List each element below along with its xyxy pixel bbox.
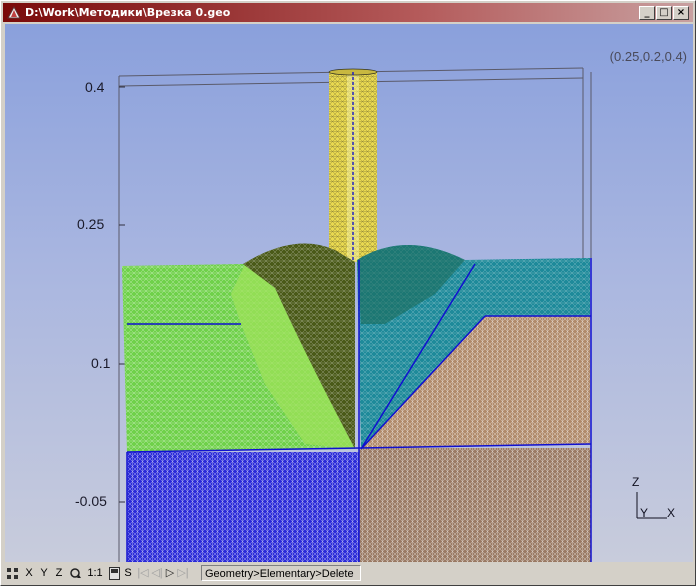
axis-y-label: Y xyxy=(640,506,649,520)
scale-1to1-button[interactable]: 1:1 xyxy=(85,566,105,581)
status-message: Geometry>Elementary>Delete xyxy=(201,565,361,581)
rotate-icon[interactable] xyxy=(68,567,82,580)
maximize-button[interactable]: □ xyxy=(656,6,672,20)
mesh-region-blue xyxy=(127,452,359,562)
z-tick-label: 0.4 xyxy=(85,79,105,95)
minimize-button[interactable]: _ xyxy=(639,6,655,20)
first-frame-icon[interactable]: |◁ xyxy=(137,566,149,581)
close-button[interactable]: × xyxy=(673,6,689,20)
axis-z-label: Z xyxy=(632,475,640,489)
coordinate-readout: (0.25,0.2,0.4) xyxy=(609,49,687,64)
view-x-button[interactable]: X xyxy=(23,566,35,581)
app-logo-icon xyxy=(7,6,21,19)
axis-x-label: X xyxy=(667,506,676,520)
3d-viewport[interactable]: (0.25,0.2,0.4) 0.4 0.25 0.1 -0.05 Z Y X xyxy=(5,24,693,562)
mesh-region-copper-bottom xyxy=(359,448,591,562)
app-window: D:\Work\Методики\Врезка 0.geo _ □ × (0.2… xyxy=(0,0,696,586)
z-tick-label: 0.25 xyxy=(77,216,105,232)
window-title: D:\Work\Методики\Врезка 0.geo xyxy=(25,6,231,19)
save-icon[interactable] xyxy=(109,567,120,580)
play-icon[interactable]: ▷ xyxy=(165,566,175,581)
status-bar: X Y Z 1:1 S |◁ ◁| ▷ ▷| Geometry>Elementa… xyxy=(3,564,693,583)
orthographic-icon[interactable] xyxy=(7,568,18,579)
s-button[interactable]: S xyxy=(123,566,133,581)
z-tick-label: -0.05 xyxy=(75,493,107,509)
mesh-scene xyxy=(118,67,592,562)
view-y-button[interactable]: Y xyxy=(38,566,50,581)
pipe-cylinder xyxy=(328,68,378,262)
view-z-button[interactable]: Z xyxy=(53,566,65,581)
title-bar[interactable]: D:\Work\Методики\Врезка 0.geo _ □ × xyxy=(3,3,693,22)
prev-frame-icon[interactable]: ◁| xyxy=(151,566,163,581)
last-frame-icon[interactable]: ▷| xyxy=(177,566,189,581)
z-tick-label: 0.1 xyxy=(91,355,111,371)
